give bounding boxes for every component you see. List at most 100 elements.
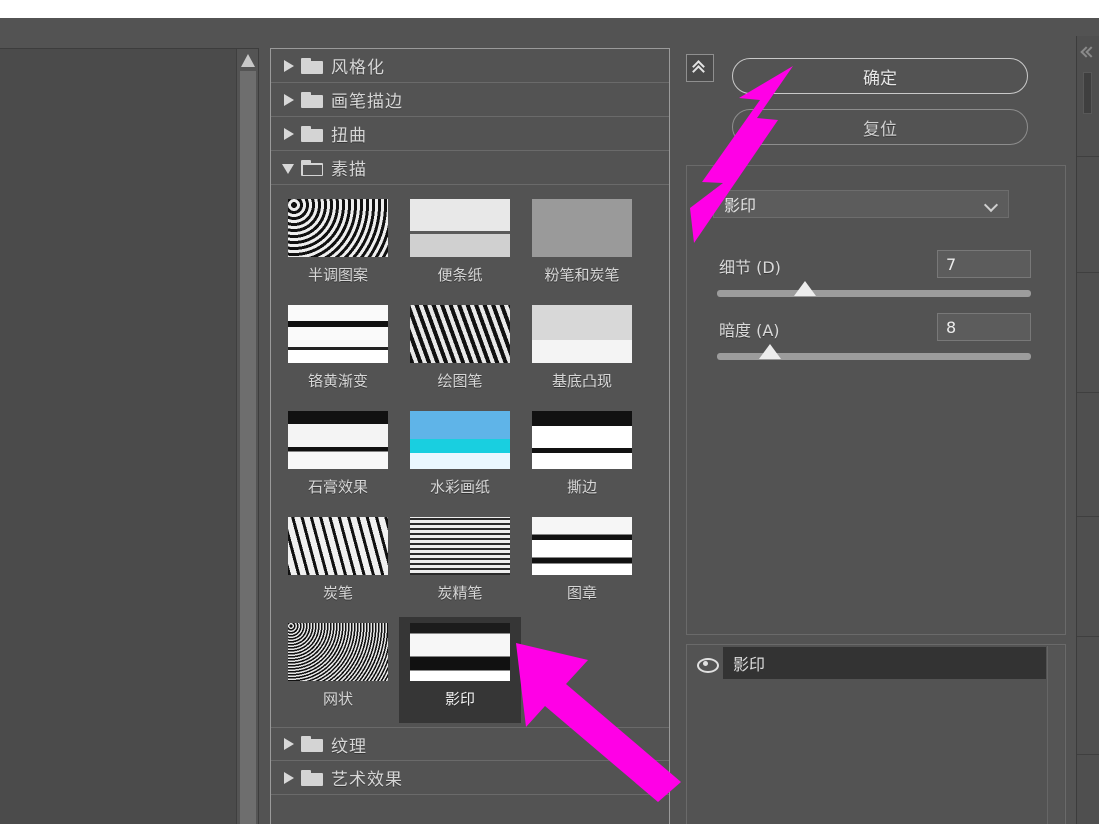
filter-thumb-5[interactable]: 绘图笔: [399, 299, 521, 405]
filter-thumb-14[interactable]: 影印: [399, 617, 521, 723]
filter-thumb-8[interactable]: 水彩画纸: [399, 405, 521, 511]
dock-divider: [1077, 392, 1099, 393]
right-dock-strip[interactable]: [1076, 36, 1099, 824]
filter-controls-panel: 确定 复位 影印 细节 (D) 7 暗度 (A) 8: [686, 48, 1066, 824]
filter-thumb-image: [532, 199, 632, 257]
category-label: 画笔描边: [331, 87, 403, 112]
filter-thumb-4[interactable]: 铬黄渐变: [277, 299, 399, 405]
chevron-down-icon[interactable]: [279, 158, 299, 178]
slider-thumb[interactable]: [794, 281, 816, 296]
filter-thumb-image: [288, 305, 388, 363]
filter-category-sketch[interactable]: 素描: [271, 151, 669, 185]
reset-button[interactable]: 复位: [732, 109, 1028, 145]
filter-category-artistic[interactable]: 艺术效果: [271, 761, 669, 795]
filter-thumb-label: 撕边: [567, 476, 597, 497]
filter-thumb-6[interactable]: 基底凸现: [521, 299, 643, 405]
filter-thumb-2[interactable]: 便条纸: [399, 193, 521, 299]
effect-layer-name[interactable]: 影印: [723, 647, 1046, 679]
chevron-right-icon[interactable]: [279, 90, 299, 110]
chevron-double-left-icon[interactable]: [1081, 46, 1096, 58]
folder-icon: [301, 736, 323, 752]
category-label: 扭曲: [331, 121, 367, 146]
preview-canvas[interactable]: [0, 49, 236, 824]
effect-layers-scrollbar[interactable]: [1047, 646, 1064, 824]
filter-thumb-label: 网状: [323, 688, 353, 709]
filter-browser-panel[interactable]: 风格化 画笔描边 扭曲 素描: [270, 48, 670, 824]
filter-thumb-image: [532, 305, 632, 363]
filter-thumb-image: [410, 623, 510, 681]
preview-vertical-scrollbar[interactable]: [236, 49, 258, 824]
filter-thumb-3[interactable]: 粉笔和炭笔: [521, 193, 643, 299]
folder-open-icon: [301, 160, 323, 176]
filter-thumb-label: 图章: [567, 582, 597, 603]
category-label: 艺术效果: [331, 765, 403, 790]
filter-thumb-image: [410, 305, 510, 363]
dock-divider: [1077, 272, 1099, 273]
chevron-right-icon[interactable]: [279, 734, 299, 754]
param-darkness-slider[interactable]: [717, 353, 1031, 360]
filter-thumb-label: 半调图案: [308, 264, 368, 285]
eye-icon: [697, 658, 715, 669]
filter-thumb-11[interactable]: 炭精笔: [399, 511, 521, 617]
filter-category-stylize[interactable]: 风格化: [271, 49, 669, 83]
scroll-up-arrow-icon[interactable]: [240, 52, 256, 68]
chevron-right-icon[interactable]: [279, 124, 299, 144]
filter-thumb-label: 便条纸: [437, 264, 482, 285]
filter-thumb-9[interactable]: 撕边: [521, 405, 643, 511]
filter-thumb-image: [288, 411, 388, 469]
top-white-strip: [0, 0, 1099, 18]
dock-divider: [1077, 516, 1099, 517]
chevron-right-icon[interactable]: [279, 768, 299, 788]
filter-thumb-label: 水彩画纸: [430, 476, 490, 497]
filter-thumb-1[interactable]: 半调图案: [277, 193, 399, 299]
chevron-right-icon[interactable]: [279, 56, 299, 76]
dock-divider: [1077, 636, 1099, 637]
filter-thumb-label: 铬黄渐变: [308, 370, 368, 391]
dock-scrollbar-thumb[interactable]: [1083, 72, 1092, 114]
filter-thumb-13[interactable]: 网状: [277, 617, 399, 723]
category-label: 纹理: [331, 732, 367, 757]
effect-layer-row[interactable]: 影印: [689, 647, 1046, 679]
filter-thumb-image: [410, 411, 510, 469]
param-detail-value[interactable]: 7: [937, 250, 1031, 278]
filter-thumb-label: 石膏效果: [308, 476, 368, 497]
filter-thumb-10[interactable]: 炭笔: [277, 511, 399, 617]
chevron-double-up-icon: [692, 60, 708, 76]
filter-name-value: 影印: [724, 192, 756, 216]
category-label: 风格化: [331, 53, 385, 78]
filter-thumb-label: 绘图笔: [437, 370, 482, 391]
filter-thumb-label: 影印: [445, 688, 475, 709]
filter-category-brush-strokes[interactable]: 画笔描边: [271, 83, 669, 117]
filter-thumb-label: 炭精笔: [437, 582, 482, 603]
filter-thumb-image: [410, 199, 510, 257]
filter-category-distort[interactable]: 扭曲: [271, 117, 669, 151]
filter-name-dropdown[interactable]: 影印: [713, 190, 1009, 218]
filter-thumbnail-grid[interactable]: 半调图案 便条纸 粉笔和炭笔铬黄渐变 绘图笔 基底凸现石膏效果 水彩画纸 撕边炭笔 炭精笔 图章…: [271, 185, 669, 723]
filter-thumb-image: [288, 517, 388, 575]
filter-thumb-12[interactable]: 图章: [521, 511, 643, 617]
image-preview-pane[interactable]: [0, 48, 259, 824]
filter-thumb-7[interactable]: 石膏效果: [277, 405, 399, 511]
filter-gallery-dialog: 风格化 画笔描边 扭曲 素描: [0, 18, 1099, 824]
folder-icon: [301, 770, 323, 786]
filter-thumb-image: [532, 411, 632, 469]
category-label: 素描: [331, 155, 367, 180]
folder-icon: [301, 126, 323, 142]
folder-icon: [301, 92, 323, 108]
filter-category-texture[interactable]: 纹理: [271, 727, 669, 761]
dock-divider: [1077, 754, 1099, 755]
filter-thumb-image: [288, 199, 388, 257]
slider-thumb[interactable]: [759, 344, 781, 359]
scrollbar-thumb[interactable]: [240, 71, 256, 824]
app-root: 风格化 画笔描边 扭曲 素描: [0, 0, 1099, 824]
layer-visibility-toggle[interactable]: [689, 647, 723, 679]
chevron-down-icon[interactable]: [984, 198, 998, 212]
collapse-preview-button[interactable]: [686, 54, 714, 82]
effect-layers-list[interactable]: 影印: [686, 644, 1066, 824]
filter-thumb-label: 炭笔: [323, 582, 353, 603]
param-darkness-value[interactable]: 8: [937, 313, 1031, 341]
param-detail-slider[interactable]: [717, 290, 1031, 297]
ok-button[interactable]: 确定: [732, 58, 1028, 94]
dock-divider: [1077, 156, 1099, 157]
folder-icon: [301, 58, 323, 74]
